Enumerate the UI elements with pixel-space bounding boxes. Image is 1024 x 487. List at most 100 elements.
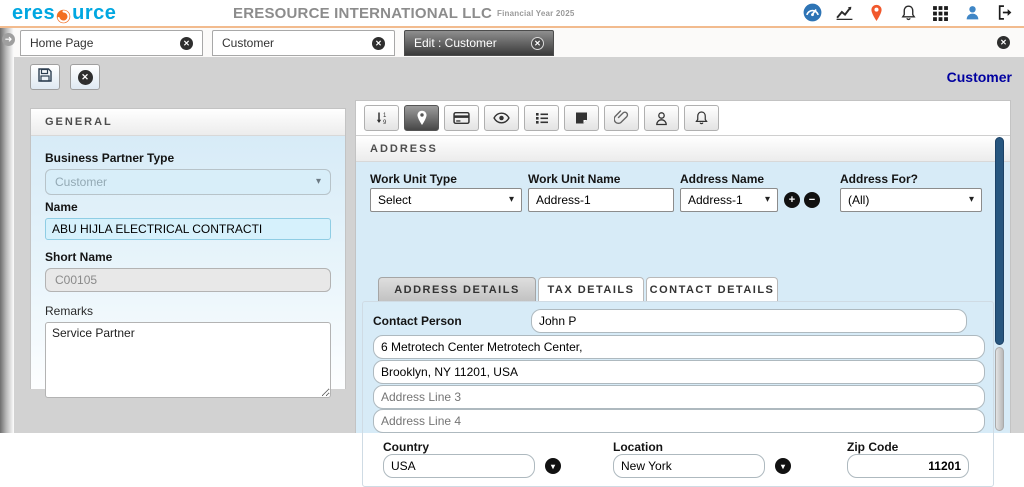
country-input[interactable] bbox=[383, 454, 535, 478]
country-label: Country bbox=[383, 440, 429, 454]
work-unit-type-select[interactable]: Select ▾ bbox=[370, 188, 522, 212]
alert-bell-button[interactable] bbox=[684, 105, 719, 131]
note-button[interactable] bbox=[564, 105, 599, 131]
chevron-down-icon: ▾ bbox=[969, 189, 974, 211]
scrollbar-track[interactable] bbox=[995, 347, 1004, 431]
content-area: ✕ Customer GENERAL Business Partner Type… bbox=[14, 57, 1024, 433]
location-pin-icon[interactable] bbox=[867, 3, 886, 22]
tab-label: Edit : Customer bbox=[414, 36, 523, 50]
app-header: eresurce ERESOURCE INTERNATIONAL LLC Fina… bbox=[0, 0, 1024, 28]
location-lookup-icon[interactable]: ▾ bbox=[775, 458, 791, 474]
close-record-button[interactable]: ✕ bbox=[70, 64, 100, 90]
location-input[interactable] bbox=[613, 454, 765, 478]
logout-icon[interactable] bbox=[995, 3, 1014, 22]
subtab-address-details[interactable]: ADDRESS DETAILS bbox=[378, 277, 536, 301]
selected-value: Customer bbox=[55, 170, 107, 194]
selected-value: Select bbox=[378, 189, 411, 211]
short-name-input[interactable] bbox=[45, 268, 331, 292]
business-partner-type-select[interactable]: Customer ▾ bbox=[45, 169, 331, 195]
company-name: ERESOURCE INTERNATIONAL LLC bbox=[233, 5, 492, 22]
eresource-logo[interactable]: eresurce bbox=[12, 2, 116, 25]
country-lookup-icon[interactable]: ▾ bbox=[545, 458, 561, 474]
business-partner-type-label: Business Partner Type bbox=[45, 151, 331, 165]
page-title: Customer bbox=[947, 69, 1012, 85]
attachment-paperclip-button[interactable] bbox=[604, 105, 639, 131]
work-unit-type-label: Work Unit Type bbox=[370, 172, 457, 186]
work-unit-name-input[interactable] bbox=[528, 188, 674, 212]
subtab-label: CONTACT DETAILS bbox=[650, 284, 775, 296]
address-line2-input[interactable] bbox=[373, 360, 985, 384]
list-button[interactable] bbox=[524, 105, 559, 131]
address-panel-body: Work Unit Type Work Unit Name Address Na… bbox=[356, 162, 1010, 433]
save-icon bbox=[37, 67, 53, 88]
address-for-label: Address For? bbox=[840, 172, 918, 186]
tab-home-page[interactable]: Home Page ✕ bbox=[20, 30, 203, 56]
company-title: ERESOURCE INTERNATIONAL LLC Financial Yea… bbox=[233, 5, 575, 22]
sort-numeric-button[interactable]: 19 bbox=[364, 105, 399, 131]
add-address-button[interactable]: + bbox=[784, 192, 800, 208]
remarks-textarea[interactable]: Service Partner bbox=[45, 322, 331, 398]
scrollbar-thumb[interactable] bbox=[995, 137, 1004, 345]
name-label: Name bbox=[45, 200, 331, 214]
address-for-select[interactable]: (All) ▾ bbox=[840, 188, 982, 212]
chevron-down-icon: ▾ bbox=[509, 189, 514, 211]
user-profile-icon[interactable] bbox=[963, 3, 982, 22]
address-section-header: ADDRESS bbox=[356, 135, 1010, 162]
view-eye-button[interactable] bbox=[484, 105, 519, 131]
subtab-label: TAX DETAILS bbox=[548, 284, 635, 296]
tab-customer[interactable]: Customer ✕ bbox=[212, 30, 395, 56]
address-line3-input[interactable] bbox=[373, 385, 985, 409]
contact-person-label: Contact Person bbox=[373, 314, 462, 328]
address-pin-button[interactable] bbox=[404, 105, 439, 131]
zip-code-input[interactable] bbox=[847, 454, 969, 478]
address-line1-input[interactable] bbox=[373, 335, 985, 359]
detail-icon-toolbar: 19 bbox=[356, 101, 1010, 135]
selected-value: Address-1 bbox=[688, 189, 743, 211]
address-name-select[interactable]: Address-1 ▾ bbox=[680, 188, 778, 212]
chevron-down-icon: ▾ bbox=[765, 189, 770, 211]
close-tab-icon[interactable]: ✕ bbox=[372, 37, 385, 50]
zip-code-label: Zip Code bbox=[847, 440, 898, 454]
selected-value: (All) bbox=[848, 189, 869, 211]
payment-card-button[interactable] bbox=[444, 105, 479, 131]
general-panel: GENERAL Business Partner Type Customer ▾… bbox=[30, 108, 346, 389]
notifications-bell-icon[interactable] bbox=[899, 3, 918, 22]
tab-edit-customer[interactable]: Edit : Customer ✕ bbox=[404, 30, 554, 56]
subtab-tax-details[interactable]: TAX DETAILS bbox=[538, 277, 644, 301]
address-line4-input[interactable] bbox=[373, 409, 985, 433]
remove-address-button[interactable]: − bbox=[804, 192, 820, 208]
save-button[interactable] bbox=[30, 64, 60, 90]
svg-text:1: 1 bbox=[383, 113, 387, 119]
close-all-tabs-icon[interactable]: ✕ bbox=[997, 36, 1010, 49]
close-icon: ✕ bbox=[78, 70, 93, 85]
person-button[interactable] bbox=[644, 105, 679, 131]
dashboard-icon[interactable] bbox=[803, 3, 822, 22]
close-tab-icon[interactable]: ✕ bbox=[531, 37, 544, 50]
address-panel: 19 ADDRESS Work Unit Type Work Unit Name… bbox=[355, 100, 1011, 433]
logo-text-right: urce bbox=[72, 2, 116, 25]
short-name-label: Short Name bbox=[45, 250, 331, 264]
work-unit-name-label: Work Unit Name bbox=[528, 172, 620, 186]
svg-text:9: 9 bbox=[383, 120, 387, 126]
open-tabs-bar: Home Page ✕ Customer ✕ Edit : Customer ✕… bbox=[0, 28, 1024, 57]
financial-year-label: Financial Year 2025 bbox=[497, 9, 574, 18]
logo-flame-icon bbox=[56, 7, 71, 22]
left-gutter bbox=[0, 28, 14, 433]
header-icon-bar bbox=[803, 3, 1014, 22]
analytics-chart-icon[interactable] bbox=[835, 3, 854, 22]
tab-label: Customer bbox=[222, 36, 364, 50]
general-section-header: GENERAL bbox=[31, 109, 345, 136]
apps-grid-icon[interactable] bbox=[931, 3, 950, 22]
chevron-down-icon: ▾ bbox=[316, 170, 321, 194]
subtab-label: ADDRESS DETAILS bbox=[394, 284, 520, 296]
tab-scroll-arrow-icon[interactable]: ➜ bbox=[2, 33, 15, 46]
remarks-label: Remarks bbox=[45, 304, 331, 318]
close-tab-icon[interactable]: ✕ bbox=[180, 37, 193, 50]
address-details-content: Contact Person Country ▾ Location ▾ Zip … bbox=[362, 301, 994, 487]
location-label: Location bbox=[613, 440, 663, 454]
name-input[interactable] bbox=[45, 218, 331, 240]
tab-label: Home Page bbox=[30, 36, 172, 50]
subtab-contact-details[interactable]: CONTACT DETAILS bbox=[646, 277, 778, 301]
general-panel-body: Business Partner Type Customer ▾ Name Sh… bbox=[31, 136, 345, 389]
contact-person-input[interactable] bbox=[531, 309, 967, 333]
